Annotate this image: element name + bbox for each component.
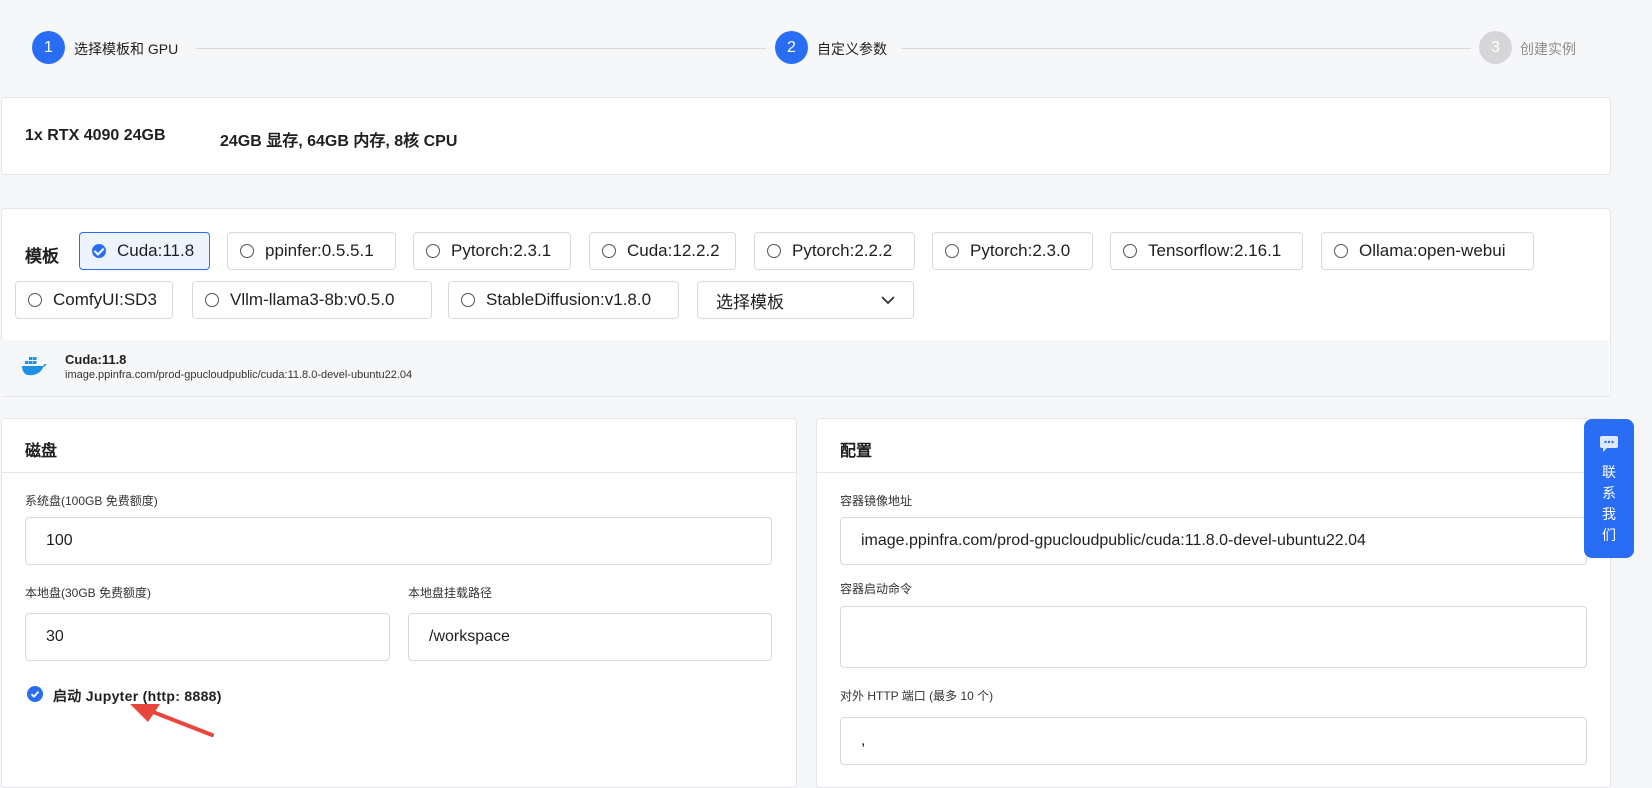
template-option-label: Pytorch:2.2.2 (792, 241, 893, 260)
template-option-label: Cuda:11.8 (117, 241, 195, 260)
selected-template-info (1, 340, 1609, 396)
template-option-label: ppinfer:0.5.5.1 (265, 241, 374, 260)
chevron-down-icon (881, 290, 895, 310)
step-2-number: 2 (787, 38, 796, 56)
template-select[interactable]: 选择模板 (697, 281, 914, 319)
radio-icon (28, 293, 42, 307)
step-connector (196, 48, 766, 49)
disk-card (1, 418, 797, 788)
template-option[interactable]: ComfyUI:SD3 (15, 281, 173, 319)
start-command-label: 容器启动命令 (840, 582, 913, 596)
config-title: 配置 (840, 443, 873, 460)
local-disk-label: 本地盘(30GB 免费额度) (25, 586, 152, 600)
step-1-label: 选择模板和 GPU (74, 41, 179, 57)
check-icon (30, 690, 40, 698)
template-option-label: Pytorch:2.3.1 (451, 241, 552, 260)
template-select-value: 选择模板 (716, 292, 784, 312)
step-2-indicator: 2 (775, 31, 808, 64)
step-2-label: 自定义参数 (817, 41, 887, 57)
contact-us-label: 联系我们 (1602, 464, 1616, 543)
radio-checked-icon (92, 244, 106, 258)
chat-icon (1599, 435, 1619, 458)
radio-icon (1334, 244, 1348, 258)
template-option[interactable]: Pytorch:2.3.1 (413, 232, 571, 270)
radio-icon (240, 244, 254, 258)
template-option[interactable]: Ollama:open-webui (1321, 232, 1534, 270)
local-disk-input[interactable]: 30 (25, 613, 390, 661)
template-option-label: Cuda:12.2.2 (627, 241, 720, 260)
template-option-label: ComfyUI:SD3 (53, 290, 157, 309)
radio-icon (1123, 244, 1137, 258)
radio-icon (767, 244, 781, 258)
start-command-input[interactable] (840, 606, 1587, 668)
divider (2, 472, 796, 473)
step-3-number: 3 (1491, 38, 1500, 56)
template-option-label: Pytorch:2.3.0 (970, 241, 1071, 260)
radio-icon (461, 293, 475, 307)
system-disk-label: 系统盘(100GB 免费额度) (25, 494, 158, 508)
system-disk-input[interactable]: 100 (25, 517, 772, 565)
template-option-label: Vllm-llama3-8b:v0.5.0 (230, 290, 395, 309)
radio-icon (426, 244, 440, 258)
selected-template-image: image.ppinfra.com/prod-gpucloudpublic/cu… (65, 369, 413, 381)
template-option-label: StableDiffusion:v1.8.0 (486, 290, 652, 309)
disk-title: 磁盘 (25, 443, 58, 460)
http-port-input[interactable]: , (840, 717, 1587, 765)
step-1-indicator: 1 (32, 31, 65, 64)
mount-path-input[interactable]: /workspace (408, 613, 772, 661)
radio-icon (205, 293, 219, 307)
template-option[interactable]: Pytorch:2.3.0 (932, 232, 1093, 270)
selected-template-name: Cuda:11.8 (65, 352, 127, 367)
template-option-label: Ollama:open-webui (1359, 241, 1506, 260)
template-option[interactable]: ppinfer:0.5.5.1 (227, 232, 396, 270)
template-option[interactable]: Vllm-llama3-8b:v0.5.0 (192, 281, 432, 319)
template-option[interactable]: StableDiffusion:v1.8.0 (448, 281, 679, 319)
docker-icon (21, 355, 47, 382)
image-address-input[interactable]: image.ppinfra.com/prod-gpucloudpublic/cu… (840, 517, 1587, 565)
gpu-name: 1x RTX 4090 24GB (25, 127, 166, 144)
step-3-label: 创建实例 (1520, 41, 1576, 57)
http-port-label: 对外 HTTP 端口 (最多 10 个) (840, 689, 994, 703)
gpu-spec: 24GB 显存, 64GB 内存, 8核 CPU (220, 133, 458, 150)
radio-icon (945, 244, 959, 258)
annotation-arrow-icon (126, 700, 216, 745)
template-option[interactable]: Tensorflow:2.16.1 (1110, 232, 1303, 270)
step-3-indicator: 3 (1479, 31, 1512, 64)
template-label: 模板 (25, 247, 59, 266)
jupyter-checkbox[interactable] (27, 686, 43, 702)
step-1-number: 1 (44, 38, 53, 56)
template-option[interactable]: Pytorch:2.2.2 (754, 232, 915, 270)
contact-us-button[interactable]: 联系我们 (1584, 419, 1634, 558)
mount-path-label: 本地盘挂载路径 (408, 586, 493, 600)
template-option-label: Tensorflow:2.16.1 (1148, 241, 1282, 260)
radio-icon (602, 244, 616, 258)
template-option[interactable]: Cuda:11.8 (79, 232, 210, 270)
image-address-label: 容器镜像地址 (840, 494, 913, 508)
divider (817, 472, 1610, 473)
step-connector (901, 48, 1471, 49)
template-option[interactable]: Cuda:12.2.2 (589, 232, 736, 270)
